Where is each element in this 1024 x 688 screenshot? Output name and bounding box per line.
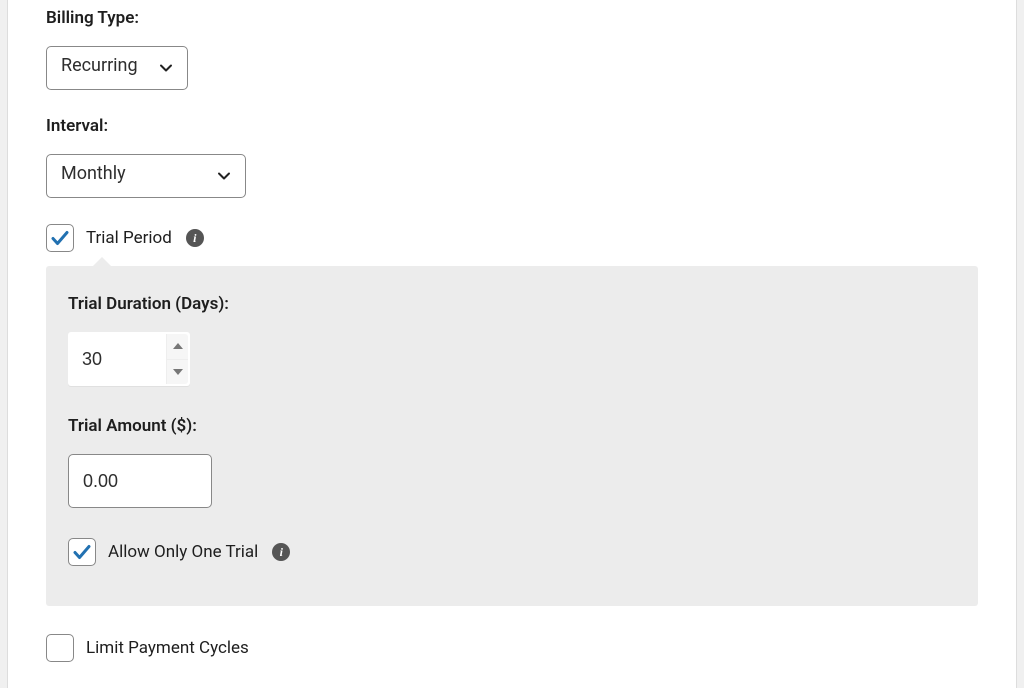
allow-one-trial-label: Allow Only One Trial — [108, 542, 258, 562]
interval-select[interactable]: Monthly — [46, 154, 246, 198]
billing-type-select[interactable]: Recurring — [46, 46, 188, 90]
interval-label: Interval: — [46, 116, 978, 136]
billing-type-label: Billing Type: — [46, 8, 978, 28]
trial-duration-spinner — [166, 334, 188, 384]
spinner-up-button[interactable] — [167, 334, 188, 360]
allow-one-trial-checkbox[interactable] — [68, 538, 96, 566]
info-icon[interactable]: i — [186, 229, 204, 247]
interval-select-wrap: Monthly — [46, 154, 246, 198]
info-icon[interactable]: i — [272, 543, 290, 561]
limit-cycles-row: Limit Payment Cycles — [46, 634, 978, 662]
limit-cycles-label: Limit Payment Cycles — [86, 638, 249, 658]
limit-cycles-checkbox[interactable] — [46, 634, 74, 662]
trial-period-row: Trial Period i — [46, 224, 978, 252]
trial-duration-wrap — [68, 332, 190, 386]
allow-one-trial-row: Allow Only One Trial i — [68, 538, 956, 566]
trial-period-panel: Trial Duration (Days): Trial Amount ($):… — [46, 266, 978, 606]
trial-amount-input[interactable] — [68, 454, 212, 508]
trial-amount-label: Trial Amount ($): — [68, 416, 956, 436]
billing-type-select-wrap: Recurring — [46, 46, 188, 90]
spinner-down-button[interactable] — [167, 360, 188, 385]
trial-period-checkbox[interactable] — [46, 224, 74, 252]
settings-panel: Billing Type: Recurring Interval: Monthl… — [7, 0, 1017, 688]
trial-period-label: Trial Period — [86, 228, 172, 248]
trial-duration-label: Trial Duration (Days): — [68, 294, 956, 314]
